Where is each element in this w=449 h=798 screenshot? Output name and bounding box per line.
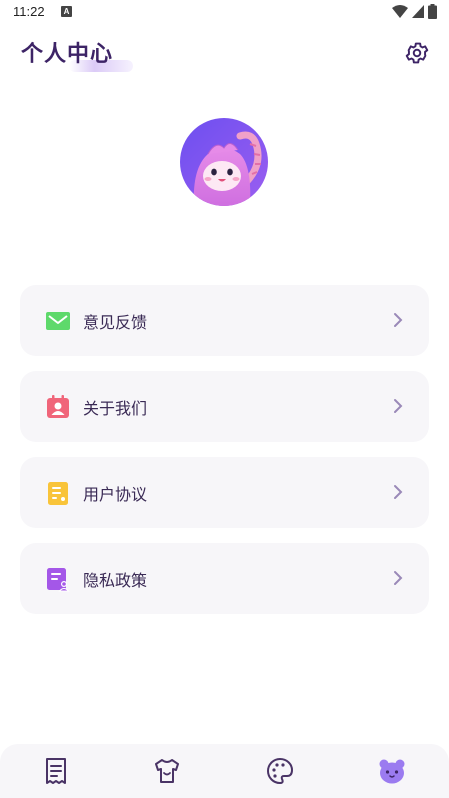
menu-label: 用户协议 xyxy=(83,485,148,504)
title-wrap: 个人中心 xyxy=(21,36,133,72)
battery-icon xyxy=(428,4,437,19)
chevron-right-icon xyxy=(394,485,403,499)
palette-icon xyxy=(267,758,293,784)
wifi-icon xyxy=(392,4,408,18)
page-title: 个人中心 xyxy=(21,42,114,67)
menu-label: 关于我们 xyxy=(83,399,148,418)
menu-item-privacy-policy[interactable]: 隐私政策 xyxy=(20,543,429,614)
receipt-icon xyxy=(46,758,66,784)
tshirt-icon xyxy=(155,759,179,783)
status-icons xyxy=(392,4,437,19)
notification-a-icon: A xyxy=(61,6,72,17)
monster-avatar-icon xyxy=(180,118,268,206)
status-time: 11:22 xyxy=(13,4,45,19)
gear-icon xyxy=(405,42,429,64)
settings-button[interactable] xyxy=(404,40,430,66)
document-icon xyxy=(45,480,71,506)
menu-item-feedback[interactable]: 意见反馈 xyxy=(20,285,429,356)
chevron-right-icon xyxy=(394,571,403,585)
chevron-right-icon xyxy=(394,399,403,413)
status-bar: 11:22 A xyxy=(0,0,449,24)
tab-profile[interactable] xyxy=(377,756,407,786)
tab-clothing[interactable] xyxy=(152,756,182,786)
tab-receipt[interactable] xyxy=(41,756,71,786)
chevron-right-icon xyxy=(394,313,403,327)
bear-icon xyxy=(379,759,405,784)
bottom-tab-bar xyxy=(0,744,449,798)
signal-icon xyxy=(412,5,424,18)
menu-label: 意见反馈 xyxy=(83,313,148,332)
avatar[interactable] xyxy=(180,118,268,206)
mail-icon xyxy=(45,308,71,334)
header: 个人中心 xyxy=(0,28,449,78)
contact-card-icon xyxy=(45,394,71,420)
menu-item-about[interactable]: 关于我们 xyxy=(20,371,429,442)
tab-palette[interactable] xyxy=(265,756,295,786)
menu-item-user-agreement[interactable]: 用户协议 xyxy=(20,457,429,528)
privacy-document-icon xyxy=(45,566,71,592)
menu-label: 隐私政策 xyxy=(83,571,148,590)
